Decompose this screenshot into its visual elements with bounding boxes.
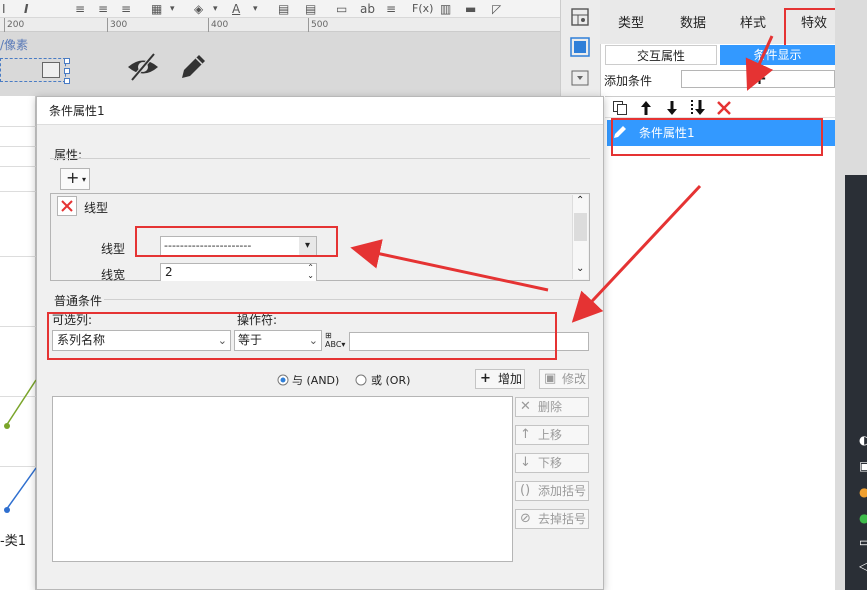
annotation-arrows <box>350 35 774 323</box>
